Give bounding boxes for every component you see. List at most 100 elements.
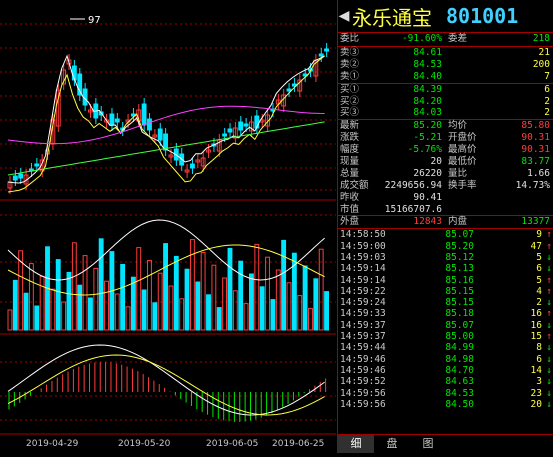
tick-volume: 9 xyxy=(536,229,542,241)
date-axis-label: 2019-04-29 xyxy=(26,439,79,449)
volume-bar xyxy=(50,288,56,331)
candle xyxy=(141,103,147,126)
tick-time: 14:59:14 xyxy=(340,274,386,286)
volume-bar xyxy=(141,289,147,331)
tick-row: 14:59:44 84.99 8 ↓ xyxy=(338,342,553,353)
volume-bar xyxy=(93,267,99,331)
stat-value: 85.20 xyxy=(413,120,442,132)
volume-bar xyxy=(302,265,308,331)
tick-row: 14:59:56 84.50 20 ↓ xyxy=(338,399,553,410)
stat-row: 现量 20 最低价 83.77 xyxy=(338,156,553,168)
bid-volume: 2 xyxy=(544,95,550,107)
volume-bar xyxy=(104,280,109,331)
tick-price: 84.50 xyxy=(445,398,474,410)
bid-price: 84.39 xyxy=(413,83,442,95)
bid-volume: 2 xyxy=(544,107,550,119)
tick-row: 14:59:37 85.07 16 ↓ xyxy=(338,320,553,331)
tick-row: 14:59:56 84.53 23 ↓ xyxy=(338,388,553,399)
volume-bar xyxy=(71,242,77,331)
tick-time: 14:59:00 xyxy=(340,240,386,252)
tab-orderbook[interactable]: 盘 xyxy=(374,435,410,453)
tick-direction-icon: ↑ xyxy=(546,229,552,241)
volume-bar xyxy=(66,271,72,331)
stat-label-2: 换手率 xyxy=(448,179,477,191)
ask-volume: 21 xyxy=(538,47,550,58)
tab-chart[interactable]: 图 xyxy=(410,435,446,453)
bid-price: 84.03 xyxy=(413,107,442,119)
tick-price: 85.12 xyxy=(445,251,474,263)
volume-bar xyxy=(173,255,179,331)
kline-chart-area[interactable]: 97 2019-04-29 2019-05-20 2019-06-05 2019-06-… xyxy=(0,0,336,453)
volume-bar xyxy=(206,294,211,331)
tick-direction-icon: ↓ xyxy=(546,319,552,331)
tick-time: 14:58:50 xyxy=(340,229,386,241)
stock-code: 801001 xyxy=(446,4,519,28)
tick-volume: 15 xyxy=(530,331,542,343)
volume-bar xyxy=(77,284,83,331)
chart-canvas[interactable]: 97 2019-04-29 2019-05-20 2019-06-05 2019-06-… xyxy=(0,0,336,453)
volume-bar xyxy=(184,268,190,331)
tick-row: 14:58:50 85.07 9 ↑ xyxy=(338,229,553,240)
volume-bar xyxy=(12,279,18,331)
volume-bar xyxy=(275,269,281,331)
volume-bar xyxy=(222,277,228,331)
ma5-line xyxy=(7,54,325,184)
tick-direction-icon: ↑ xyxy=(546,274,552,286)
stat-label-2: 均价 xyxy=(448,120,468,132)
ask-label: 卖① xyxy=(340,70,360,82)
tick-direction-icon: ↓ xyxy=(546,376,552,388)
tab-detail[interactable]: 细 xyxy=(338,435,374,453)
stat-label: 昨收 xyxy=(340,191,360,203)
volume-bar xyxy=(281,239,287,331)
stat-row: 涨跌 -5.21 开盘价 90.31 xyxy=(338,132,553,144)
prev-stock-icon[interactable]: ◀ xyxy=(338,8,350,24)
tick-direction-icon: ↓ xyxy=(546,342,552,354)
tick-direction-icon: ↑ xyxy=(546,240,552,252)
panel-tabs: 细 盘 图 xyxy=(338,434,553,453)
tick-price: 84.63 xyxy=(445,376,474,388)
tick-volume: 23 xyxy=(530,387,542,399)
volume-bar xyxy=(23,292,29,331)
quote-rows: 委比 -91.60% 委差 218 卖③ 84.61 21 卖② 84.53 200 卖① 84.40… xyxy=(338,33,553,410)
tick-time: 14:59:14 xyxy=(340,263,386,275)
stat-label-2: 量比 xyxy=(448,167,468,179)
tick-row: 14:59:37 85.00 15 ↑ xyxy=(338,331,553,342)
candle xyxy=(109,113,115,126)
tick-row: 14:59:00 85.20 47 ↑ xyxy=(338,241,553,252)
stat-label: 涨跌 xyxy=(340,132,360,144)
tick-direction-icon: ↓ xyxy=(546,364,552,376)
ma60-line xyxy=(7,121,325,176)
tick-volume: 6 xyxy=(536,263,542,275)
stat-row: 昨收 90.41 xyxy=(338,192,553,204)
volume-bar xyxy=(82,255,88,331)
bid-label: 买② xyxy=(340,95,360,107)
volume-bar xyxy=(270,299,276,331)
committee-row: 委比 -91.60% 委差 218 xyxy=(338,33,553,47)
tick-price: 85.07 xyxy=(445,229,474,241)
tick-direction-icon: ↓ xyxy=(546,387,552,399)
tick-row: 14:59:14 85.13 6 ↓ xyxy=(338,263,553,274)
committee-ratio-value: -91.60% xyxy=(401,33,442,44)
volume-bar xyxy=(98,238,104,331)
tick-direction-icon: ↑ xyxy=(546,285,552,297)
volume-bar xyxy=(254,243,260,331)
volume-bar xyxy=(61,301,67,331)
tick-direction-icon: ↓ xyxy=(546,297,552,309)
stat-label-2: 开盘价 xyxy=(448,132,477,144)
stat-label-2: 最高价 xyxy=(448,144,477,156)
tick-time: 14:59:44 xyxy=(340,342,386,354)
tick-price: 85.16 xyxy=(445,274,474,286)
candle xyxy=(238,121,244,131)
candle xyxy=(189,163,195,169)
tick-row: 14:59:03 85.12 5 ↓ xyxy=(338,252,553,263)
volume-bar xyxy=(39,275,45,331)
bid-label: 买③ xyxy=(340,107,360,119)
tick-price: 85.07 xyxy=(445,319,474,331)
ask-volume: 7 xyxy=(544,70,550,82)
outer-inner-row: 外盘 12843 内盘 13377 xyxy=(338,216,553,230)
volume-bar xyxy=(88,297,93,331)
tick-volume: 14 xyxy=(530,364,542,376)
committee-diff-label: 委差 xyxy=(448,33,468,44)
volume-bar xyxy=(318,248,324,331)
volume-bar xyxy=(136,247,142,331)
